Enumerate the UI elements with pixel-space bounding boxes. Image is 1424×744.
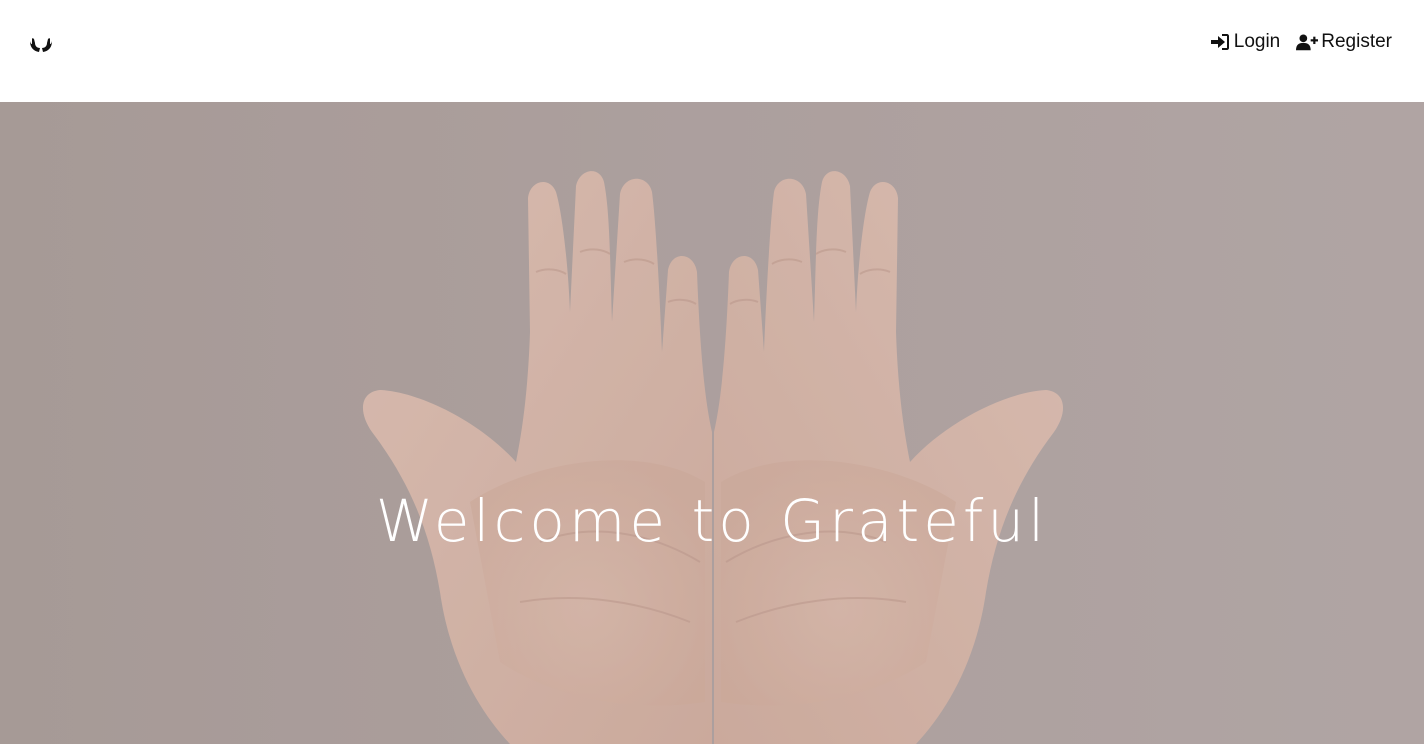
hero-section: Welcome to Grateful [0, 102, 1424, 744]
login-label: Login [1233, 31, 1281, 52]
hero-title: Welcome to Grateful [375, 487, 1049, 555]
brand-logo[interactable] [28, 34, 54, 56]
sign-in-icon [1209, 32, 1231, 52]
login-link[interactable]: Login [1209, 31, 1281, 53]
user-plus-icon [1296, 32, 1319, 52]
register-label: Register [1321, 31, 1392, 52]
hero-background-image [0, 102, 1424, 744]
register-link[interactable]: Register [1296, 31, 1392, 53]
hands-holding-icon [30, 38, 52, 52]
top-navbar: Login Register [0, 0, 1424, 102]
auth-nav: Login Register [1209, 28, 1392, 56]
